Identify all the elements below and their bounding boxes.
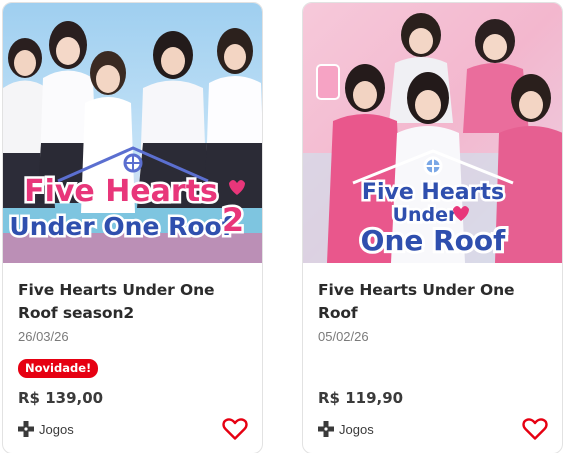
favorite-button[interactable] — [522, 417, 548, 441]
favorite-button[interactable] — [222, 417, 248, 441]
product-price: R$ 119,90 — [318, 389, 404, 407]
dpad-icon — [18, 421, 34, 437]
cover-logo-line2: Under — [393, 204, 458, 226]
product-card[interactable]: Five Hearts Under One Roof 2 Five Hearts… — [2, 2, 263, 453]
new-badge: Novidade! — [18, 359, 99, 378]
heart-outline-icon — [222, 418, 248, 440]
product-title[interactable]: Five Hearts Under One Roof — [318, 279, 547, 325]
product-grid: Five Hearts Under One Roof 2 Five Hearts… — [0, 0, 585, 453]
product-card[interactable]: Five Hearts Under One Roof Five Hearts U… — [302, 2, 563, 453]
cover-logo-line3: One Roof — [361, 224, 507, 257]
cover-logo-line2: Under One Roof — [9, 212, 233, 241]
heart-outline-icon — [522, 418, 548, 440]
product-release-date: 26/03/26 — [18, 329, 69, 344]
cover-logo-line1: Five Hearts — [362, 180, 504, 205]
product-price: R$ 139,00 — [18, 389, 104, 407]
platform-label: Jogos — [18, 421, 74, 437]
platform-label: Jogos — [318, 421, 374, 437]
cover-logo-line1: Five Hearts — [24, 174, 218, 209]
product-release-date: 05/02/26 — [318, 329, 369, 344]
product-cover-image[interactable]: Five Hearts Under One Roof — [303, 3, 562, 263]
product-title[interactable]: Five Hearts Under One Roof season2 — [18, 279, 247, 325]
platform-text: Jogos — [39, 421, 74, 437]
cover-logo-number: 2 — [222, 201, 244, 239]
platform-text: Jogos — [339, 421, 374, 437]
product-cover-image[interactable]: Five Hearts Under One Roof 2 — [3, 3, 262, 263]
dpad-icon — [318, 421, 334, 437]
